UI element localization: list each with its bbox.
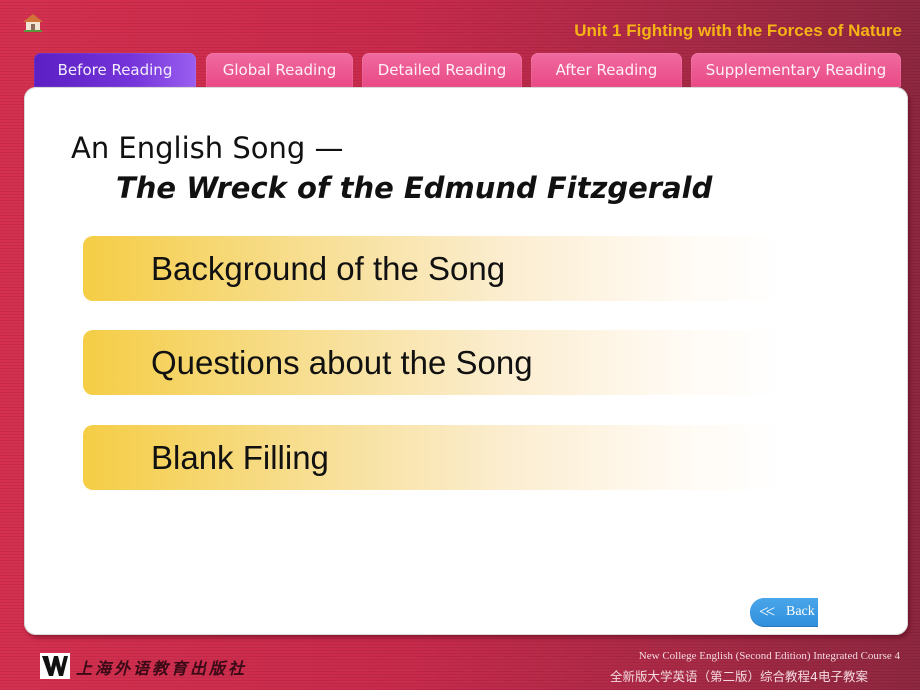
menu-item-label: Background of the Song	[151, 250, 506, 287]
back-button[interactable]: << Back	[750, 598, 818, 627]
unit-title: Unit 1 Fighting with the Forces of Natur…	[574, 21, 902, 40]
menu-item-label: Blank Filling	[151, 439, 329, 476]
publisher-logo-icon	[40, 653, 70, 679]
menu-item-label: Questions about the Song	[151, 344, 533, 381]
double-chevron-left-icon: <<	[759, 602, 775, 621]
publisher-name: 上海外语教育出版社	[76, 659, 248, 678]
tab-after-reading[interactable]: After Reading	[531, 53, 682, 87]
menu-item-background[interactable]: Background of the Song	[83, 236, 783, 301]
tab-global-reading[interactable]: Global Reading	[206, 53, 353, 87]
page-title: An English Song — The Wreck of the Edmun…	[71, 128, 712, 208]
tab-detailed-reading[interactable]: Detailed Reading	[362, 53, 522, 87]
course-title-en: New College English (Second Edition) Int…	[638, 650, 900, 662]
tab-supplementary-reading[interactable]: Supplementary Reading	[691, 53, 901, 87]
title-line-1: An English Song —	[71, 131, 344, 165]
course-title-cn: 全新版大学英语（第二版）综合教程4电子教案	[610, 669, 868, 684]
menu-item-blank-filling[interactable]: Blank Filling	[83, 425, 783, 490]
home-icon[interactable]	[22, 13, 44, 33]
back-label: Back	[786, 604, 815, 619]
tab-before-reading[interactable]: Before Reading	[34, 53, 196, 87]
song-title: The Wreck of the Edmund Fitzgerald	[116, 171, 713, 205]
menu-item-questions[interactable]: Questions about the Song	[83, 330, 783, 395]
